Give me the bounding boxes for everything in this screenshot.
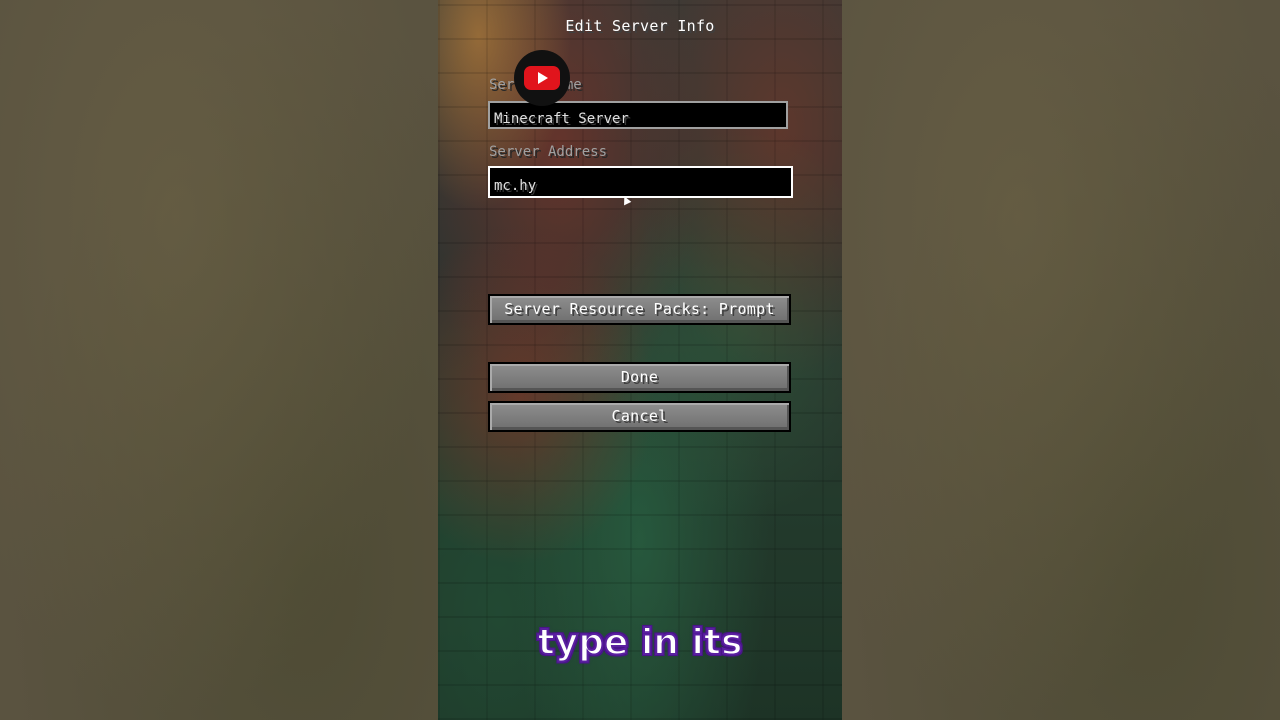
game-screen: Edit Server Info Server Name Minecraft S… — [438, 0, 842, 720]
done-button[interactable]: Done — [488, 362, 791, 393]
blurred-background-right — [842, 0, 1280, 720]
server-address-value: mc.hy — [494, 178, 537, 194]
screen-title: Edit Server Info — [565, 17, 715, 35]
cancel-button[interactable]: Cancel — [488, 401, 791, 432]
server-address-label: Server Address — [489, 144, 608, 160]
server-name-value: Minecraft Server — [494, 111, 629, 127]
video-frame: Edit Server Info Server Name Minecraft S… — [0, 0, 1280, 720]
server-address-input[interactable]: mc.hy — [488, 166, 793, 198]
server-resource-packs-button[interactable]: Server Resource Packs: Prompt — [488, 294, 791, 325]
subtitle-caption: type in its — [537, 621, 744, 664]
youtube-logo-icon — [514, 50, 570, 106]
blurred-background-left — [0, 0, 438, 720]
server-name-input[interactable]: Minecraft Server — [488, 101, 788, 129]
